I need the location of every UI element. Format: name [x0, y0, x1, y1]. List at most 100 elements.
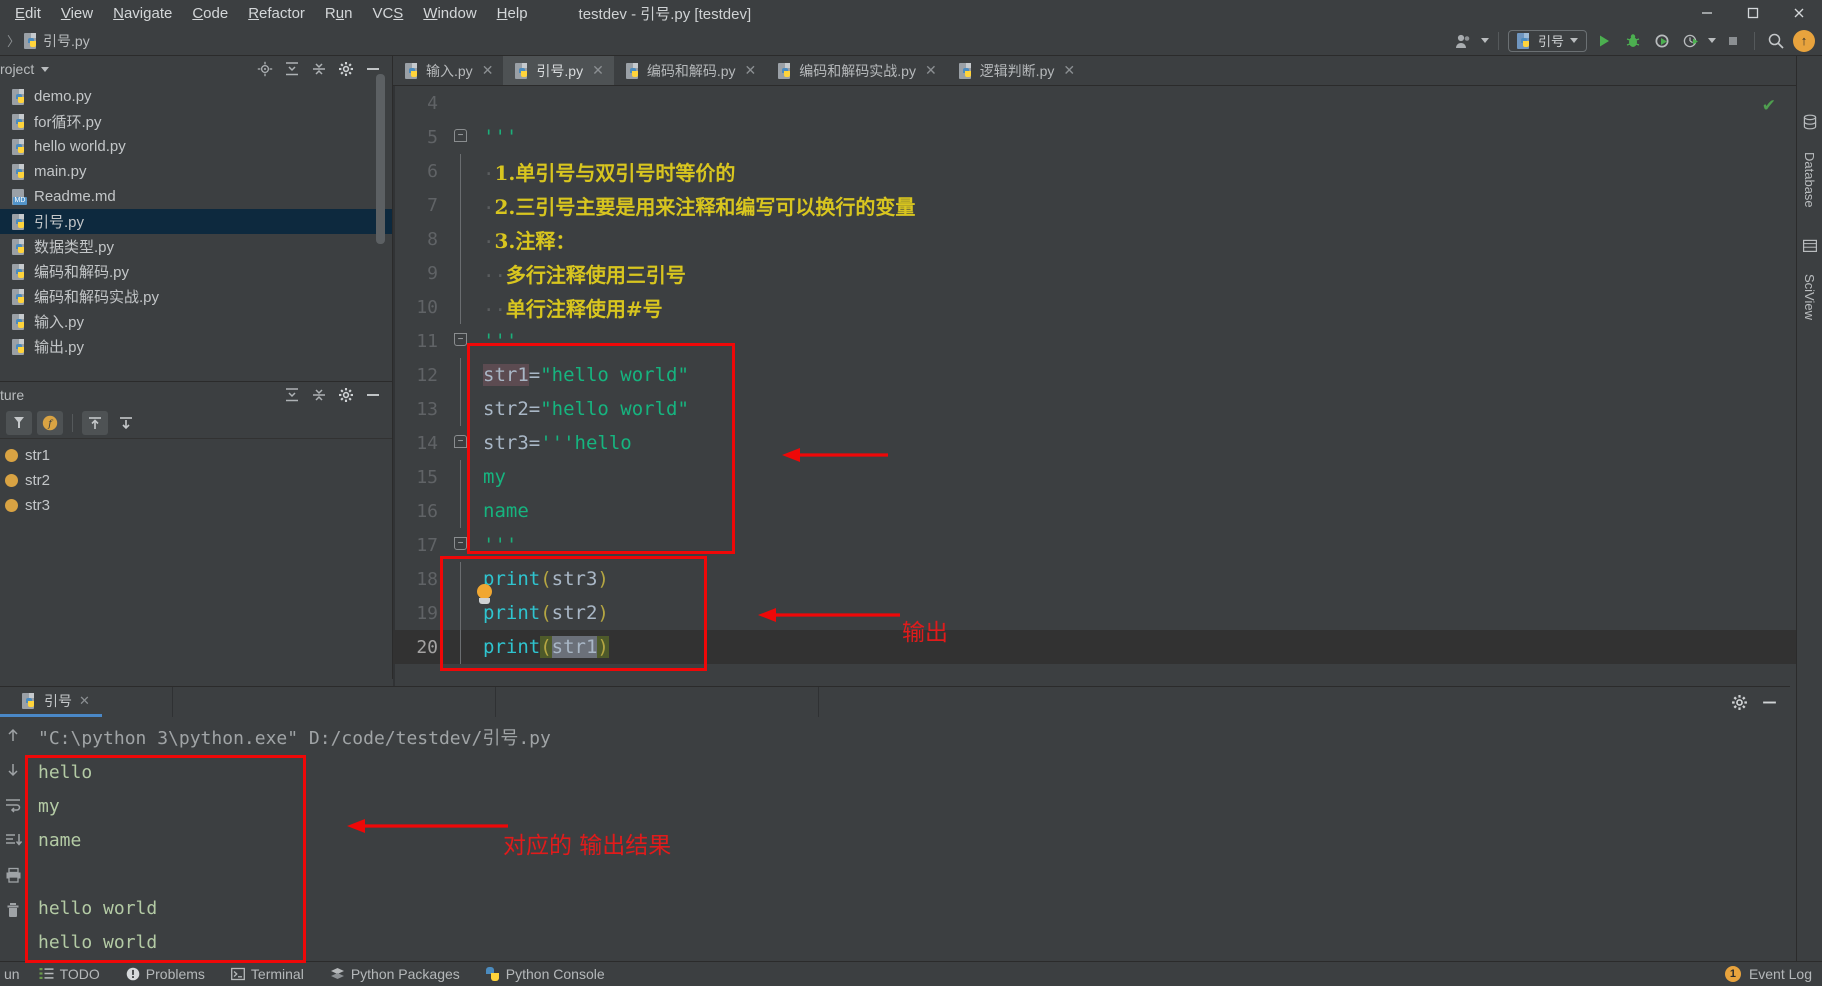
locate-file-icon[interactable]: [256, 60, 274, 78]
project-panel-title[interactable]: roject: [0, 61, 34, 77]
expand-all-icon[interactable]: [283, 386, 301, 404]
editor-tab-shuru[interactable]: 输入.py ✕: [393, 56, 503, 85]
menu-window[interactable]: Window: [414, 3, 485, 24]
fold-collapse-icon[interactable]: −: [454, 333, 467, 346]
scroll-to-end-icon[interactable]: [3, 830, 23, 850]
console-output[interactable]: "C:\python 3\python.exe" D:/code/testdev…: [26, 717, 1790, 962]
code-line-13[interactable]: 13 str2="hello world": [393, 392, 1822, 426]
gear-icon[interactable]: [337, 386, 355, 404]
code-line-4[interactable]: 4: [393, 86, 1822, 120]
collapse-all-icon[interactable]: [310, 386, 328, 404]
right-tab-sciview[interactable]: SciView: [1800, 268, 1819, 326]
status-problems[interactable]: Problems: [113, 962, 218, 986]
code-line-17[interactable]: 17 − ''': [393, 528, 1822, 562]
code-line-11[interactable]: 11 − ''': [393, 324, 1822, 358]
status-python-console[interactable]: Python Console: [473, 962, 618, 986]
menu-view[interactable]: View: [52, 3, 102, 24]
tab-close-icon[interactable]: ✕: [745, 62, 757, 79]
run-icon[interactable]: [1592, 30, 1616, 52]
fold-column[interactable]: −: [449, 324, 475, 358]
show-inherited-icon[interactable]: [6, 411, 32, 435]
structure-panel-title[interactable]: ture: [0, 387, 24, 403]
tab-close-icon[interactable]: ✕: [592, 62, 604, 79]
status-python-packages[interactable]: Python Packages: [317, 962, 473, 986]
tab-close-icon[interactable]: ✕: [482, 62, 494, 79]
run-with-coverage-icon[interactable]: [1650, 30, 1674, 52]
gear-icon[interactable]: [337, 60, 355, 78]
fold-column[interactable]: −: [449, 426, 475, 460]
debug-icon[interactable]: [1621, 30, 1645, 52]
code-line-12[interactable]: 12 str1="hello world": [393, 358, 1822, 392]
code-line-15[interactable]: 15 my: [393, 460, 1822, 494]
show-fields-icon[interactable]: f: [37, 411, 63, 435]
fold-column[interactable]: −: [449, 528, 475, 562]
minimize-button[interactable]: [1684, 0, 1730, 26]
run-config-chevron-down-icon[interactable]: [1570, 38, 1578, 43]
code-lines[interactable]: 4 5 − ''' 6 ·1.单引号与双引号时等价的 7 ·2.三引号主要是用来…: [393, 86, 1822, 686]
next-occurrence-icon[interactable]: [3, 760, 23, 780]
fold-collapse-icon[interactable]: −: [454, 129, 467, 142]
code-line-18[interactable]: 18 print(str3): [393, 562, 1822, 596]
editor-tab-yinhao[interactable]: 引号.py ✕: [503, 56, 614, 85]
scroll-from-source-icon[interactable]: [82, 411, 108, 435]
run-tab-close-icon[interactable]: ✕: [79, 693, 90, 709]
code-line-8[interactable]: 8 ·3.注释：: [393, 222, 1822, 256]
sciview-icon[interactable]: [1802, 238, 1818, 254]
project-file-item[interactable]: MD Readme.md: [0, 184, 392, 209]
project-file-item[interactable]: main.py: [0, 159, 392, 184]
menu-edit[interactable]: Edit: [6, 3, 50, 24]
code-line-10[interactable]: 10 ··单行注释使用#号: [393, 290, 1822, 324]
hide-panel-icon[interactable]: [364, 386, 382, 404]
maximize-button[interactable]: [1730, 0, 1776, 26]
project-scrollbar[interactable]: [376, 74, 385, 244]
structure-item[interactable]: str1: [0, 443, 392, 468]
breadcrumb-file[interactable]: 引号.py: [43, 31, 90, 51]
run-configuration-selector[interactable]: 引号: [1507, 29, 1587, 52]
project-panel-chevron-down-icon[interactable]: [41, 66, 50, 72]
project-file-item[interactable]: 输入.py: [0, 309, 392, 334]
database-icon[interactable]: [1802, 114, 1818, 130]
structure-item[interactable]: str2: [0, 468, 392, 493]
prev-occurrence-icon[interactable]: [3, 725, 23, 745]
code-line-6[interactable]: 6 ·1.单引号与双引号时等价的: [393, 154, 1822, 188]
run-tab-yinhao[interactable]: 引号 ✕: [0, 687, 102, 717]
scroll-to-source-icon[interactable]: [113, 411, 139, 435]
code-line-19[interactable]: 19 print(str2): [393, 596, 1822, 630]
intention-bulb-icon[interactable]: [475, 584, 494, 607]
print-icon[interactable]: [3, 865, 23, 885]
code-line-16[interactable]: 16 name: [393, 494, 1822, 528]
project-file-item[interactable]: 编码和解码实战.py: [0, 284, 392, 309]
project-file-item[interactable]: 编码和解码.py: [0, 259, 392, 284]
update-badge-icon[interactable]: ↑: [1793, 29, 1815, 52]
menu-help[interactable]: Help: [488, 3, 537, 24]
stop-icon[interactable]: [1721, 30, 1745, 52]
editor-tab-bianma-jiema-shizhan[interactable]: 编码和解码实战.py ✕: [766, 56, 946, 85]
event-count-badge[interactable]: 1: [1724, 966, 1741, 982]
profile-icon[interactable]: [1679, 30, 1703, 52]
menu-refactor[interactable]: Refactor: [239, 3, 314, 24]
profile-chevron-down-icon[interactable]: [1708, 38, 1716, 43]
project-file-item[interactable]: 数据类型.py: [0, 234, 392, 259]
event-log-label[interactable]: Event Log: [1749, 966, 1812, 982]
search-icon[interactable]: [1764, 30, 1788, 52]
status-todo[interactable]: TODO: [26, 962, 113, 986]
right-tab-database[interactable]: Database: [1800, 146, 1819, 214]
editor-tab-bianma-jiema[interactable]: 编码和解码.py ✕: [614, 56, 766, 85]
clear-all-icon[interactable]: [3, 900, 23, 920]
code-line-9[interactable]: 9 ··多行注释使用三引号: [393, 256, 1822, 290]
gear-icon[interactable]: [1730, 693, 1748, 711]
menu-vcs[interactable]: VCS: [363, 3, 412, 24]
menu-run[interactable]: Run: [316, 3, 362, 24]
editor-tab-luoji-panduan[interactable]: 逻辑判断.py ✕: [947, 56, 1085, 85]
fold-collapse-icon[interactable]: −: [454, 537, 467, 550]
close-button[interactable]: [1776, 0, 1822, 26]
code-line-7[interactable]: 7 ·2.三引号主要是用来注释和编写可以换行的变量: [393, 188, 1822, 222]
project-file-item[interactable]: 输出.py: [0, 334, 392, 359]
status-run-label[interactable]: un: [0, 962, 26, 986]
code-line-20[interactable]: 20 print(str1): [393, 630, 1822, 664]
tab-close-icon[interactable]: ✕: [1063, 62, 1075, 79]
collapse-all-icon[interactable]: [310, 60, 328, 78]
project-file-item[interactable]: demo.py: [0, 84, 392, 109]
project-file-item[interactable]: for循环.py: [0, 109, 392, 134]
menu-navigate[interactable]: Navigate: [104, 3, 181, 24]
